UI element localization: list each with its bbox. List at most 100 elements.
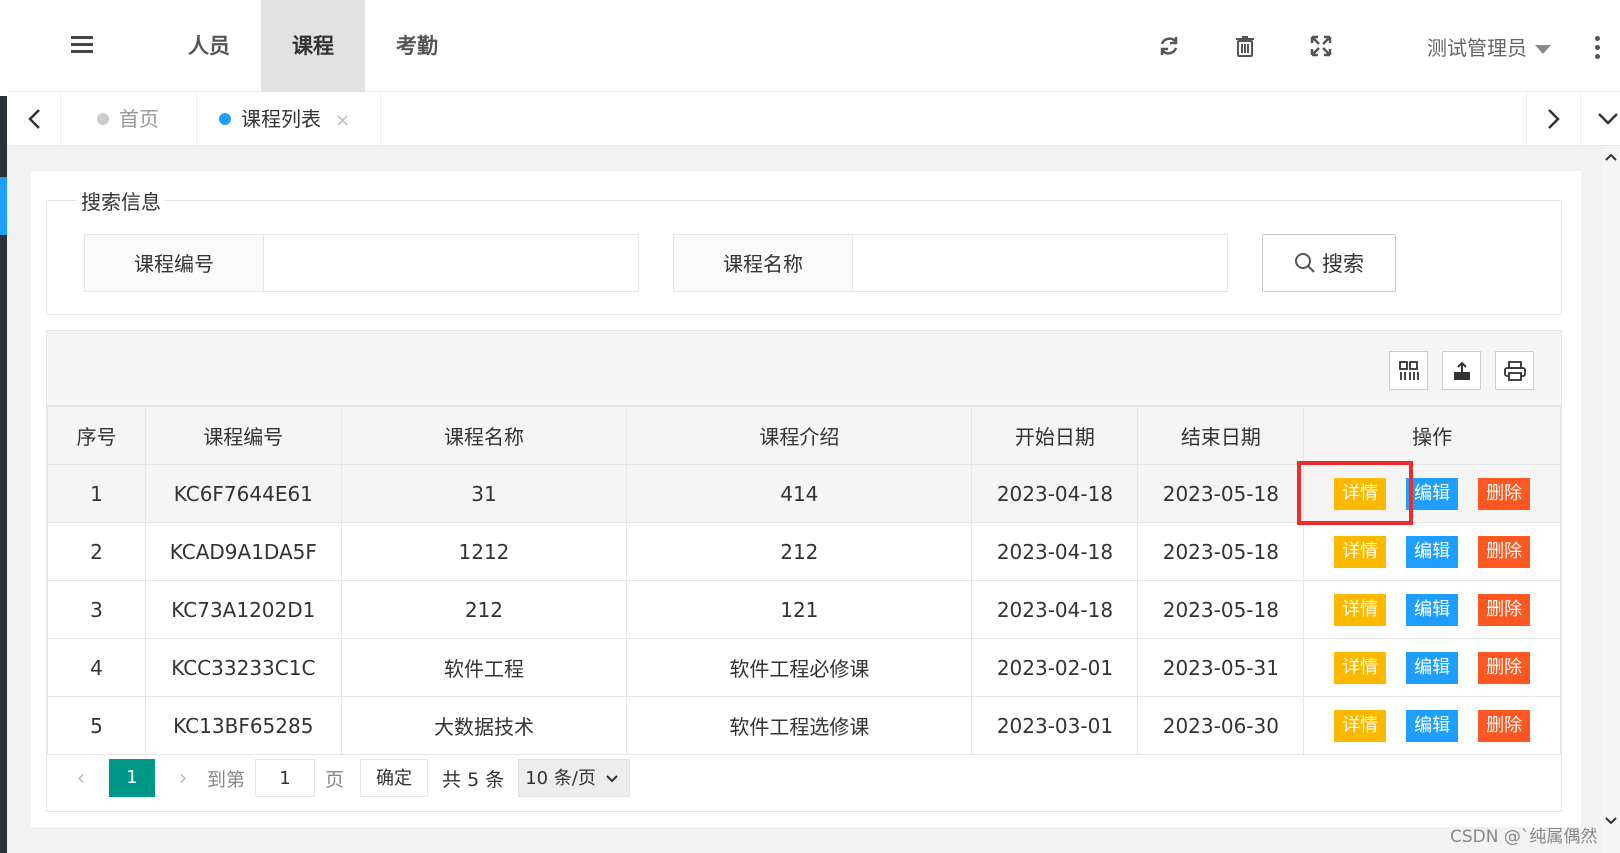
caret-down-icon [1535, 45, 1551, 54]
close-icon[interactable]: × [335, 110, 350, 131]
course-no-field: 课程编号 [84, 234, 639, 292]
cell-start: 2023-04-18 [971, 464, 1139, 523]
delete-button[interactable]: 删除 [1478, 709, 1531, 742]
goto-page-input[interactable]: 1 [255, 759, 316, 797]
table-header-row: 序号 课程编号 课程名称 课程介绍 开始日期 结束日期 操作 [47, 406, 1561, 465]
detail-button[interactable]: 详情 [1334, 651, 1387, 684]
nav-item-attendance[interactable]: 考勤 [365, 0, 469, 92]
cell-actions: 详情 编辑 删除 [1303, 638, 1561, 697]
course-no-label: 课程编号 [84, 234, 264, 292]
goto-confirm-button[interactable]: 确定 [360, 759, 429, 797]
export-icon[interactable] [1442, 351, 1481, 390]
edit-button[interactable]: 编辑 [1406, 477, 1459, 510]
print-icon[interactable] [1495, 351, 1534, 390]
table-row[interactable]: 2 KCAD9A1DA5F 1212 212 2023-04-18 2023-0… [47, 522, 1561, 581]
cell-intro: 212 [626, 522, 973, 581]
course-name-label: 课程名称 [673, 234, 853, 292]
tab-dot [219, 112, 231, 125]
cell-intro: 软件工程必修课 [626, 638, 973, 697]
search-button[interactable]: 搜索 [1262, 234, 1396, 292]
goto-label: 到第 [207, 768, 246, 791]
column-header[interactable]: 课程介绍 [626, 406, 973, 465]
tab-scroll-left-icon[interactable] [7, 92, 61, 146]
sidebar-strip-top [0, 0, 7, 96]
search-button-label: 搜索 [1322, 252, 1364, 276]
cell-start: 2023-02-01 [971, 638, 1139, 697]
total-count: 共 5 条 [442, 768, 505, 791]
cell-intro: 121 [626, 580, 973, 639]
detail-button[interactable]: 详情 [1334, 709, 1387, 742]
pagination: ‹ 1 › 到第 1 页 确定 共 5 条 10 条/页 [47, 743, 1561, 813]
cell-end: 2023-05-31 [1137, 638, 1305, 697]
column-header[interactable]: 开始日期 [971, 406, 1139, 465]
column-header[interactable]: 序号 [47, 406, 146, 465]
edit-button[interactable]: 编辑 [1406, 535, 1459, 568]
search-legend: 搜索信息 [81, 190, 161, 214]
cell-code: KC6F7644E61 [144, 464, 342, 523]
course-no-input[interactable] [264, 234, 639, 292]
page-size-select[interactable]: 10 条/页 [518, 759, 631, 798]
search-icon [1295, 253, 1315, 273]
page-size-value: 10 条/页 [525, 768, 596, 789]
delete-button[interactable]: 删除 [1478, 651, 1531, 684]
tab-course-list-label: 课程列表 [241, 107, 321, 131]
cell-end: 2023-05-18 [1137, 522, 1305, 581]
refresh-icon[interactable] [1157, 34, 1181, 58]
edit-button[interactable]: 编辑 [1406, 709, 1459, 742]
cell-name: 212 [340, 580, 628, 639]
cell-end: 2023-05-18 [1137, 464, 1305, 523]
more-vertical-icon[interactable] [1595, 36, 1601, 63]
cell-name: 软件工程 [340, 638, 628, 697]
columns-filter-icon[interactable] [1389, 351, 1428, 390]
current-page[interactable]: 1 [109, 759, 155, 797]
cell-code: KCAD9A1DA5F [144, 522, 342, 581]
chevron-down-icon [605, 760, 619, 798]
delete-button[interactable]: 删除 [1478, 477, 1531, 510]
cell-no: 4 [47, 638, 146, 697]
menu-toggle-icon[interactable] [71, 36, 93, 54]
tab-home-label: 首页 [119, 107, 159, 131]
nav-item-people[interactable]: 人员 [157, 0, 261, 92]
table-row[interactable]: 3 KC73A1202D1 212 121 2023-04-18 2023-05… [47, 580, 1561, 639]
tab-scroll-right-icon[interactable] [1526, 92, 1580, 146]
top-nav: 人员 课程 考勤 [157, 0, 469, 92]
tab-menu-chevron-down-icon[interactable] [1580, 92, 1620, 146]
table-row[interactable]: 4 KCC33233C1C 软件工程 软件工程必修课 2023-02-01 20… [47, 638, 1561, 697]
scrollbar[interactable] [1602, 146, 1620, 853]
user-menu[interactable]: 测试管理员 [1427, 32, 1551, 61]
top-header: 人员 课程 考勤 测试管理员 [7, 0, 1620, 92]
watermark: CSDN @`纯属偶然 [1450, 827, 1598, 847]
column-header[interactable]: 结束日期 [1137, 406, 1305, 465]
edit-button[interactable]: 编辑 [1406, 651, 1459, 684]
nav-item-course[interactable]: 课程 [261, 0, 365, 92]
cell-no: 2 [47, 522, 146, 581]
course-table: 序号 课程编号 课程名称 课程介绍 开始日期 结束日期 操作 1 KC6F764… [47, 406, 1561, 755]
cell-code: KC73A1202D1 [144, 580, 342, 639]
edit-button[interactable]: 编辑 [1406, 593, 1459, 626]
delete-button[interactable]: 删除 [1478, 535, 1531, 568]
tab-dot [97, 112, 109, 125]
detail-button[interactable]: 详情 [1334, 593, 1387, 626]
delete-button[interactable]: 删除 [1478, 593, 1531, 626]
cell-start: 2023-04-18 [971, 522, 1139, 581]
table-toolbar [47, 331, 1561, 406]
column-header[interactable]: 课程编号 [144, 406, 342, 465]
column-header: 操作 [1303, 406, 1561, 465]
fullscreen-icon[interactable] [1309, 34, 1333, 58]
cell-code: KCC33233C1C [144, 638, 342, 697]
column-header[interactable]: 课程名称 [340, 406, 628, 465]
user-name: 测试管理员 [1427, 36, 1527, 60]
sidebar-active-indicator [0, 177, 7, 235]
tab-course-list[interactable]: 课程列表 × [219, 92, 350, 146]
annotation-highlight-box [1297, 461, 1413, 525]
cell-end: 2023-05-18 [1137, 580, 1305, 639]
course-name-input[interactable] [853, 234, 1228, 292]
tab-home[interactable]: 首页 [97, 92, 159, 146]
trash-icon[interactable] [1233, 34, 1257, 58]
prev-page-icon[interactable]: ‹ [67, 766, 95, 791]
detail-button[interactable]: 详情 [1334, 535, 1387, 568]
cell-start: 2023-04-18 [971, 580, 1139, 639]
next-page-icon[interactable]: › [169, 766, 197, 791]
page-label: 页 [325, 768, 345, 791]
cell-no: 1 [47, 464, 146, 523]
